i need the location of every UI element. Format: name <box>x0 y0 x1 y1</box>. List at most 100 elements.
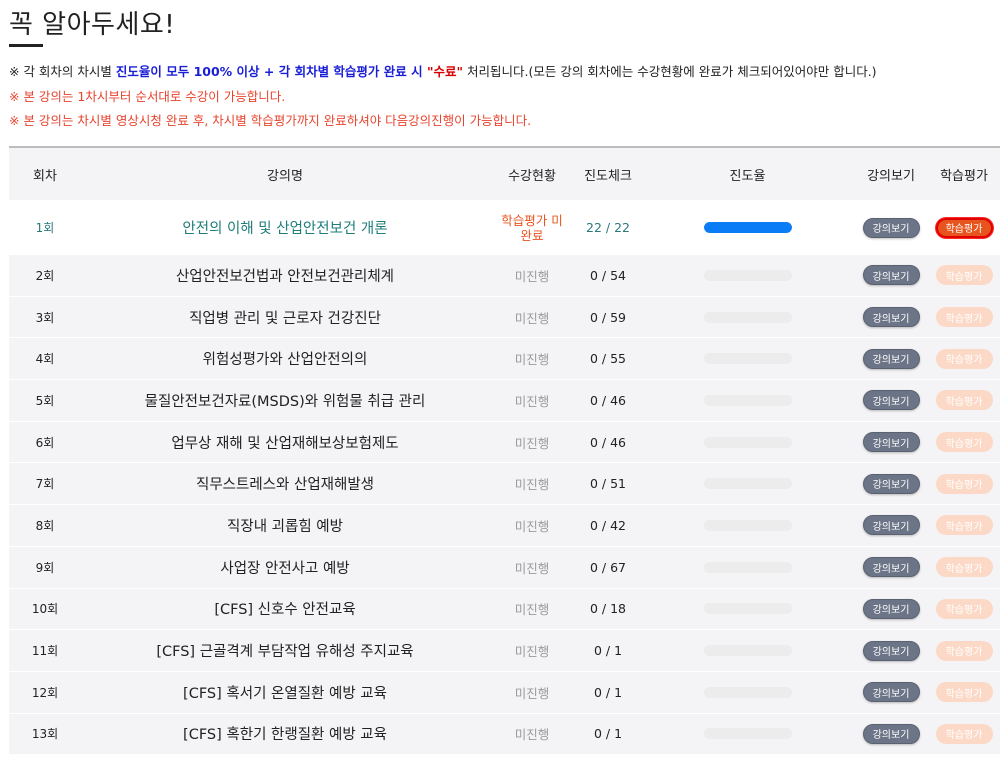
view-lecture-button[interactable]: 강의보기 <box>862 515 920 536</box>
status-cell: 미진행 <box>514 727 550 743</box>
status-cell: 미진행 <box>514 310 550 326</box>
progress-check-cell: 0 / 42 <box>589 517 627 533</box>
round-cell: 9회 <box>35 560 55 575</box>
progress-rate-cell <box>641 436 854 448</box>
table-body: 1회 안전의 이해 및 산업안전보건 개론 학습평가 미완료 22 / 22 강의보기 학… <box>9 200 1000 755</box>
table-row: 10회 [CFS] 신호수 안전교육 미진행 0 / 18 강의보기 학습평가 <box>9 587 1000 630</box>
progress-bar <box>703 519 792 531</box>
status-cell: 미진행 <box>514 352 550 368</box>
progress-bar <box>703 728 792 740</box>
header-eval: 학습평가 <box>940 168 988 184</box>
view-lecture-button[interactable]: 강의보기 <box>862 723 920 744</box>
table-row: 9회 사업장 안전사고 예방 미진행 0 / 67 강의보기 학습평가 <box>9 545 1000 588</box>
progress-rate-cell <box>641 686 854 698</box>
round-cell: 5회 <box>35 393 55 408</box>
header-name: 강의명 <box>267 168 303 184</box>
view-cell: 강의보기 <box>854 217 928 238</box>
view-cell: 강의보기 <box>854 598 928 619</box>
progress-bar <box>703 394 792 406</box>
evaluation-button: 학습평가 <box>935 265 993 286</box>
view-lecture-button[interactable]: 강의보기 <box>862 307 920 328</box>
evaluation-button: 학습평가 <box>935 432 993 453</box>
view-cell: 강의보기 <box>854 265 928 286</box>
view-lecture-button[interactable]: 강의보기 <box>862 640 920 661</box>
view-cell: 강의보기 <box>854 390 928 411</box>
header-check: 진도체크 <box>584 168 632 184</box>
notice-suffix: 처리됩니다.(모든 강의 회차에는 수강현황에 완료가 체크되어있어야만 합니다… <box>463 64 877 79</box>
table-row: 7회 직무스트레스와 산업재해발생 미진행 0 / 51 강의보기 학습평가 <box>9 462 1000 505</box>
header-round: 회차 <box>33 168 57 184</box>
evaluation-button: 학습평가 <box>935 598 993 619</box>
lecture-name-cell: [CFS] 근골격계 부담작업 유해성 주지교육 <box>156 644 414 661</box>
view-lecture-button[interactable]: 강의보기 <box>862 265 920 286</box>
view-lecture-button[interactable]: 강의보기 <box>862 473 920 494</box>
progress-bar <box>703 645 792 657</box>
table-row: 4회 위험성평가와 산업안전의의 미진행 0 / 55 강의보기 학습평가 <box>9 337 1000 380</box>
view-lecture-button[interactable]: 강의보기 <box>862 557 920 578</box>
lecture-name-cell: [CFS] 혹한기 한랭질환 예방 교육 <box>183 727 387 744</box>
header-view: 강의보기 <box>867 168 915 184</box>
view-lecture-button[interactable]: 강의보기 <box>862 348 920 369</box>
progress-bar <box>703 222 792 233</box>
status-cell: 미진행 <box>514 602 550 618</box>
lecture-name-cell: 산업안전보건법과 안전보건관리체계 <box>175 268 395 285</box>
progress-rate-cell <box>641 311 854 323</box>
progress-bar <box>703 353 792 365</box>
view-cell: 강의보기 <box>854 515 928 536</box>
notice-order: ※ 본 강의는 1차시부터 순서대로 수강이 가능합니다. <box>9 89 286 104</box>
progress-rate-cell <box>641 394 854 406</box>
table-row: 2회 산업안전보건법과 안전보건관리체계 미진행 0 / 54 강의보기 학습평가 <box>9 254 1000 296</box>
progress-rate-cell <box>641 269 854 281</box>
progress-check-cell: 0 / 46 <box>589 392 627 408</box>
progress-check-cell: 0 / 54 <box>589 267 627 283</box>
lecture-table: 회차 강의명 수강현황 진도체크 진도율 강의보기 학습평가 1회 안전의 이해 … <box>9 146 1000 755</box>
view-lecture-button[interactable]: 강의보기 <box>862 598 920 619</box>
eval-cell: 학습평가 <box>928 640 1000 661</box>
view-lecture-button[interactable]: 강의보기 <box>862 390 920 411</box>
progress-bar <box>703 269 792 281</box>
status-cell: 미진행 <box>514 393 550 409</box>
progress-check-cell: 22 / 22 <box>586 220 630 235</box>
progress-check-cell: 0 / 18 <box>589 601 627 617</box>
lecture-name-cell: 직업병 관리 및 근로자 건강진단 <box>189 310 381 327</box>
evaluation-button: 학습평가 <box>935 557 993 578</box>
status-cell: 미진행 <box>514 435 550 451</box>
view-cell: 강의보기 <box>854 723 928 744</box>
eval-cell: 학습평가 <box>928 598 1000 619</box>
view-cell: 강의보기 <box>854 640 928 661</box>
progress-check-cell: 0 / 51 <box>589 476 627 492</box>
view-lecture-button[interactable]: 강의보기 <box>862 682 920 703</box>
table-row: 1회 안전의 이해 및 산업안전보건 개론 학습평가 미완료 22 / 22 강의보기 학… <box>9 200 1000 254</box>
progress-bar-fill <box>703 222 792 233</box>
progress-rate-cell <box>641 519 854 531</box>
evaluation-button: 학습평가 <box>935 390 993 411</box>
evaluation-button: 학습평가 <box>935 723 993 744</box>
progress-bar <box>703 311 792 323</box>
eval-cell: 학습평가 <box>928 682 1000 703</box>
table-row: 5회 물질안전보건자료(MSDS)와 위험물 취급 관리 미진행 0 / 46 강의보기… <box>9 379 1000 421</box>
view-lecture-button[interactable]: 강의보기 <box>862 217 920 238</box>
eval-cell: 학습평가 <box>928 432 1000 453</box>
view-cell: 강의보기 <box>854 473 928 494</box>
view-cell: 강의보기 <box>854 348 928 369</box>
progress-check-cell: 0 / 1 <box>593 684 623 700</box>
title-underline <box>9 44 43 47</box>
progress-bar <box>703 603 792 615</box>
view-lecture-button[interactable]: 강의보기 <box>862 432 920 453</box>
evaluation-button: 학습평가 <box>935 348 993 369</box>
evaluation-button: 학습평가 <box>935 307 993 328</box>
status-cell: 미진행 <box>514 644 550 660</box>
status-cell: 미진행 <box>514 477 550 493</box>
progress-check-cell: 0 / 55 <box>589 351 627 367</box>
table-header: 회차 강의명 수강현황 진도체크 진도율 강의보기 학습평가 <box>9 148 1000 200</box>
progress-bar <box>703 478 792 490</box>
evaluation-button[interactable]: 학습평가 <box>935 217 993 238</box>
status-cell: 학습평가 미완료 <box>501 212 563 243</box>
page-title: 꼭 알아두세요! <box>9 10 176 40</box>
evaluation-button: 학습평가 <box>935 682 993 703</box>
progress-check-cell: 0 / 1 <box>593 726 623 742</box>
evaluation-button: 학습평가 <box>935 473 993 494</box>
progress-check-cell: 0 / 59 <box>589 309 627 325</box>
lecture-name-cell: 직장내 괴롭힘 예방 <box>227 518 343 535</box>
eval-cell: 학습평가 <box>928 265 1000 286</box>
